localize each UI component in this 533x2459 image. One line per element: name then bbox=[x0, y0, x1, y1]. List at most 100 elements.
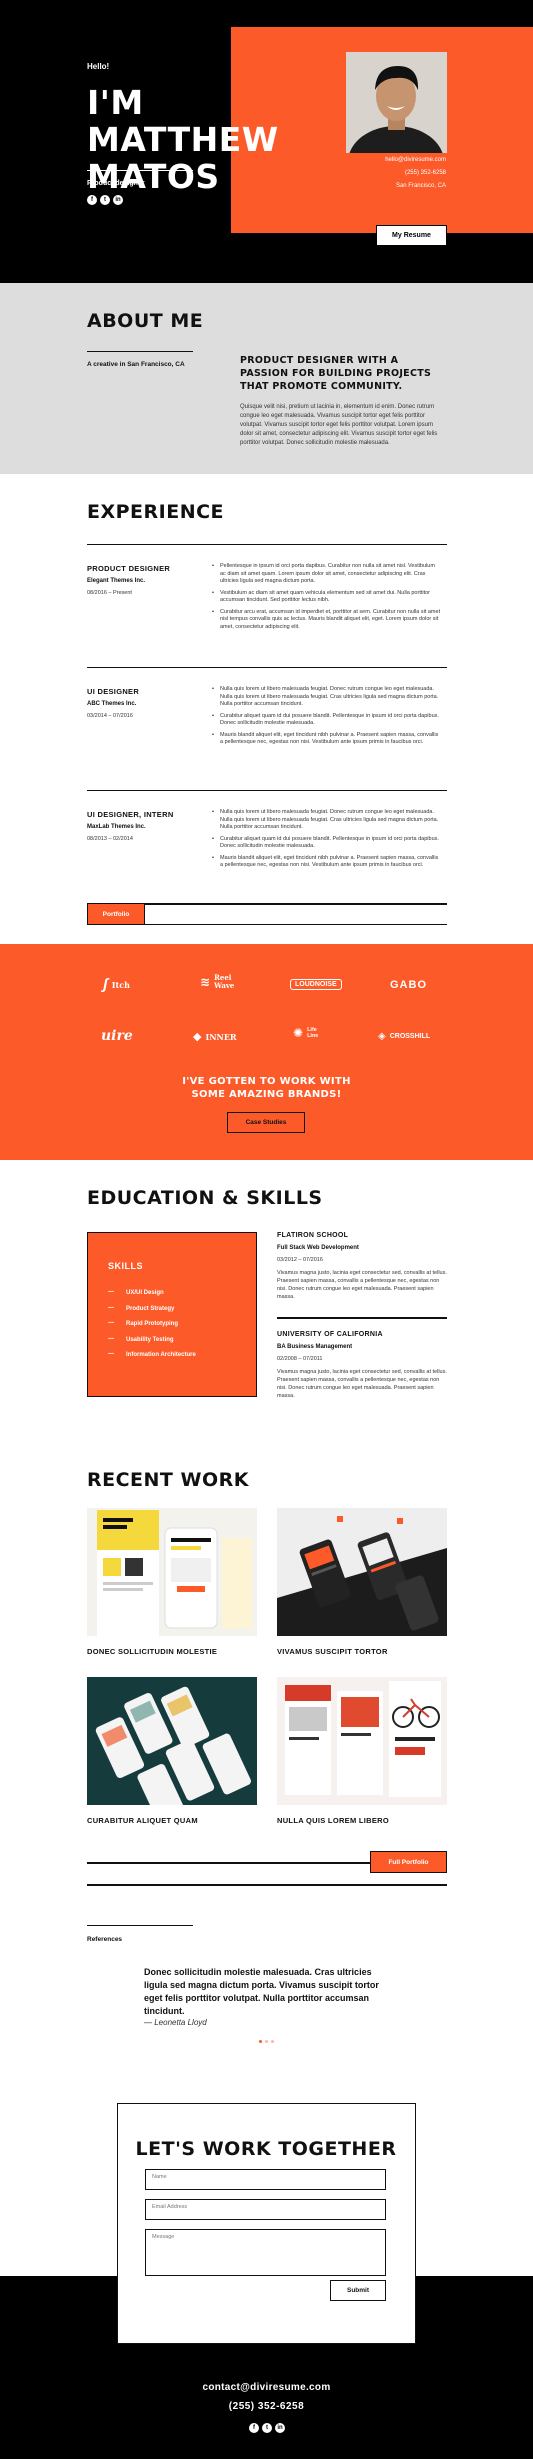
job-bullet: Nulla quis lorem ut libero malesuada feu… bbox=[212, 686, 442, 709]
hero-email[interactable]: hello@diviresume.com bbox=[385, 157, 446, 163]
brands-headline: I'VE GOTTEN TO WORK WITH SOME AMAZING BR… bbox=[0, 1075, 533, 1101]
job-bullet: Pellentesque in ipsum id orci porta dapi… bbox=[212, 563, 442, 586]
portfolio-button[interactable]: Portfolio bbox=[87, 903, 145, 925]
hero-name: I'M MATTHEW MATOS bbox=[87, 83, 279, 196]
job-dates: 08/2016 – Present bbox=[87, 590, 132, 596]
job-bullet: Mauris blandit aliquet elit, eget tincid… bbox=[212, 732, 442, 747]
brand-logo-text: Life Line bbox=[307, 1027, 319, 1039]
about-divider bbox=[87, 351, 193, 352]
slider-dot-active[interactable] bbox=[259, 2040, 262, 2043]
recent-work-section: RECENT WORK DONEC SOLLICITUDIN MOLESTIE … bbox=[0, 1449, 533, 1909]
work-caption[interactable]: CURABITUR ALIQUET QUAM bbox=[87, 1816, 198, 1825]
references-section: References Donec sollicitudin molestie m… bbox=[0, 1909, 533, 2099]
skills-card: SKILLS UX/UI Design Product Strategy Rap… bbox=[87, 1232, 257, 1397]
skills-list: UX/UI Design Product Strategy Rapid Prot… bbox=[108, 1289, 196, 1368]
school-name: FLATIRON SCHOOL bbox=[277, 1232, 349, 1239]
profile-photo bbox=[346, 52, 447, 153]
education-description: Vivamus magna justo, lacinia eget consec… bbox=[277, 1270, 447, 1300]
work-caption[interactable]: NULLA QUIS LOREM LIBERO bbox=[277, 1816, 389, 1825]
my-resume-button[interactable]: My Resume bbox=[376, 225, 447, 246]
about-body: Quisque velit nisi, pretium ut lacinia i… bbox=[240, 404, 438, 446]
linkedin-icon[interactable]: in bbox=[275, 2423, 285, 2433]
footer-phone: (255) 352-6258 bbox=[228, 2401, 305, 2412]
twitter-icon[interactable]: t bbox=[262, 2423, 272, 2433]
facebook-icon[interactable]: f bbox=[249, 2423, 259, 2433]
work-thumbnail[interactable] bbox=[277, 1677, 447, 1805]
name-field[interactable]: Name bbox=[145, 2169, 386, 2190]
degree: Full Stack Web Development bbox=[277, 1245, 359, 1251]
degree: BA Business Management bbox=[277, 1344, 353, 1350]
experience-title: EXPERIENCE bbox=[87, 501, 225, 523]
hero-greeting: Hello! bbox=[87, 62, 110, 71]
experience-section: EXPERIENCE PRODUCT DESIGNER Elegant Them… bbox=[0, 474, 533, 944]
job-bullet: Nulla quis lorem ut libero malesuada feu… bbox=[212, 809, 442, 832]
job-bullet: Vestibulum ac diam sit amet quam vehicul… bbox=[212, 590, 442, 605]
footer-social-links: f t in bbox=[249, 2423, 285, 2433]
job-title: UI DESIGNER, INTERN bbox=[87, 810, 174, 819]
skill-item: Rapid Prototyping bbox=[108, 1320, 196, 1327]
skill-item: Product Strategy bbox=[108, 1305, 196, 1312]
job-bullet: Curabitur aliquet quam id dui posuere bl… bbox=[212, 836, 442, 851]
hero-section: Hello! I'M MATTHEW MATOS Product designe… bbox=[0, 0, 533, 283]
brands-section: ʃ Itch ≋ Reel Wave LOUDNOISE GABO uire ◆ IN… bbox=[0, 944, 533, 1160]
brand-logo-text: Reel Wave bbox=[214, 973, 235, 990]
job-dates: 08/2013 – 02/2014 bbox=[87, 836, 133, 842]
testimonial-quote: Donec sollicitudin molestie malesuada. C… bbox=[144, 1967, 379, 2016]
facebook-icon[interactable]: f bbox=[87, 195, 97, 205]
brand-logo-inner: ◆ INNER bbox=[193, 1031, 237, 1043]
education-section: EDUCATION & SKILLS SKILLS UX/UI Design P… bbox=[0, 1160, 533, 1449]
skill-item: Information Architecture bbox=[108, 1351, 196, 1358]
work-thumbnail[interactable] bbox=[277, 1508, 447, 1636]
job-bullets: Pellentesque in ipsum id orci porta dapi… bbox=[212, 563, 442, 635]
case-studies-button[interactable]: Case Studies bbox=[227, 1112, 305, 1133]
job-bullets: Nulla quis lorem ut libero malesuada feu… bbox=[212, 809, 442, 874]
slider-dot[interactable] bbox=[271, 2040, 274, 2043]
slider-dot[interactable] bbox=[265, 2040, 268, 2043]
brand-logo-reelwave: ≋ Reel Wave bbox=[200, 974, 240, 990]
about-headline: PRODUCT DESIGNER WITH A PASSION FOR BUIL… bbox=[240, 355, 432, 392]
brand-logo-text: Itch bbox=[111, 979, 130, 990]
references-divider bbox=[87, 1925, 193, 1926]
message-field[interactable]: Message bbox=[145, 2229, 386, 2276]
about-title: ABOUT ME bbox=[87, 310, 204, 332]
recent-work-title: RECENT WORK bbox=[87, 1469, 249, 1491]
work-thumbnail[interactable] bbox=[87, 1508, 257, 1636]
job-dates: 03/2014 – 07/2016 bbox=[87, 713, 133, 719]
education-entry: UNIVERSITY OF CALIFORNIA BA Business Man… bbox=[277, 1331, 447, 1400]
email-field[interactable]: Email Address bbox=[145, 2199, 386, 2220]
hero-social-links: f t in bbox=[87, 195, 123, 205]
divider bbox=[87, 1884, 447, 1886]
education-entry: FLATIRON SCHOOL Full Stack Web Developme… bbox=[277, 1232, 447, 1301]
submit-button[interactable]: Submit bbox=[330, 2280, 386, 2301]
hero-phone: (255) 352-6258 bbox=[404, 170, 446, 176]
job-bullet: Curabitur aliquet quam id dui posuere bl… bbox=[212, 713, 442, 728]
job-company: Elegant Themes Inc. bbox=[87, 578, 146, 584]
job-entry: UI DESIGNER ABC Themes Inc. 03/2014 – 07… bbox=[87, 667, 447, 785]
brand-logo-text: LOUDNOISE bbox=[290, 979, 342, 990]
brand-logo-lifeline: ✺ Life Line bbox=[293, 1026, 321, 1040]
school-name: UNIVERSITY OF CALIFORNIA bbox=[277, 1331, 383, 1338]
brand-logo-gabo: GABO bbox=[390, 979, 427, 991]
about-location-tagline: A creative in San Francisco, CA bbox=[87, 361, 185, 368]
work-thumbnail[interactable] bbox=[87, 1677, 257, 1805]
job-title: UI DESIGNER bbox=[87, 687, 140, 696]
work-caption[interactable]: VIVAMUS SUSCIPIT TORTOR bbox=[277, 1647, 388, 1656]
job-bullets: Nulla quis lorem ut libero malesuada feu… bbox=[212, 686, 442, 751]
skill-item: Usability Testing bbox=[108, 1336, 196, 1343]
job-title: PRODUCT DESIGNER bbox=[87, 564, 171, 573]
footer-email[interactable]: contact@diviresume.com bbox=[0, 2382, 533, 2393]
full-portfolio-button[interactable]: Full Portfolio bbox=[370, 1851, 447, 1873]
brand-logo-text: GABO bbox=[390, 979, 427, 991]
about-section: ABOUT ME A creative in San Francisco, CA… bbox=[0, 283, 533, 474]
twitter-icon[interactable]: t bbox=[100, 195, 110, 205]
skills-title: SKILLS bbox=[108, 1261, 144, 1271]
linkedin-icon[interactable]: in bbox=[113, 195, 123, 205]
brand-logo-loudnoise: LOUDNOISE bbox=[290, 979, 342, 990]
job-entry: UI DESIGNER, INTERN MaxLab Themes Inc. 0… bbox=[87, 790, 447, 900]
hero-divider bbox=[87, 170, 193, 171]
job-company: MaxLab Themes Inc. bbox=[87, 824, 146, 830]
education-description: Vivamus magna justo, lacinia eget consec… bbox=[277, 1369, 447, 1399]
contact-form: LET'S WORK TOGETHER Name Email Address M… bbox=[117, 2103, 416, 2344]
work-caption[interactable]: DONEC SOLLICITUDIN MOLESTIE bbox=[87, 1647, 217, 1656]
education-dates: 02/2008 – 07/2011 bbox=[277, 1356, 323, 1362]
